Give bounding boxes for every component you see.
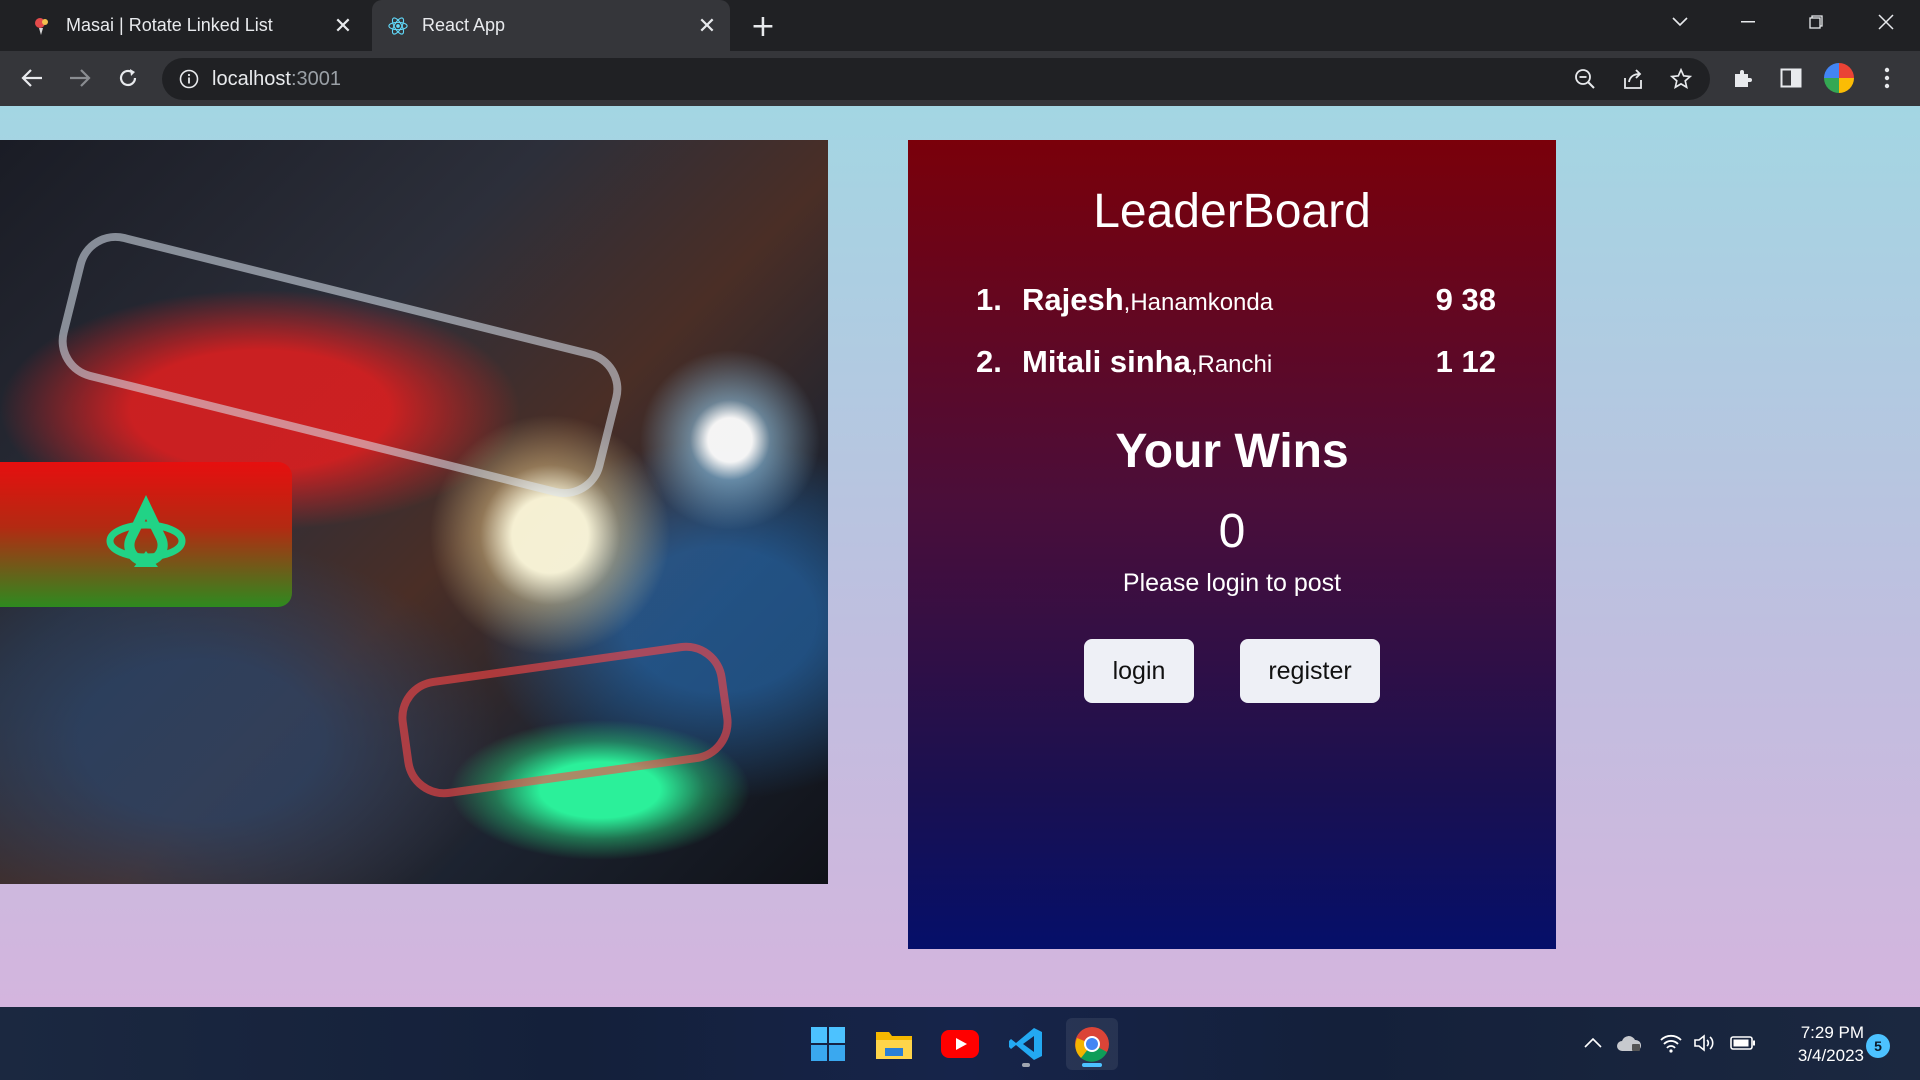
url-host: localhost xyxy=(212,67,291,90)
windows-start-icon[interactable] xyxy=(802,1018,854,1070)
login-button[interactable]: login xyxy=(1084,639,1194,703)
youtube-icon[interactable] xyxy=(934,1018,986,1070)
side-panel-icon[interactable] xyxy=(1774,61,1808,95)
site-info-icon[interactable] xyxy=(176,66,202,92)
player-city: ,Hanamkonda xyxy=(1123,289,1274,316)
tab-search-chevron-icon[interactable] xyxy=(1650,0,1710,44)
leaderboard-title: LeaderBoard xyxy=(1093,185,1371,238)
pinball-game-area[interactable] xyxy=(0,140,828,884)
back-arrow-icon[interactable] xyxy=(14,60,50,96)
leaderboard-panel: LeaderBoard 1. Rajesh ,Hanamkonda 9 38 2… xyxy=(908,140,1556,949)
address-bar[interactable]: localhost:3001 xyxy=(162,58,1710,100)
masai-favicon-icon xyxy=(32,16,52,36)
leaderboard-row: 2. Mitali sinha ,Ranchi 1 12 xyxy=(976,344,1496,394)
pinball-ramp xyxy=(393,637,737,803)
wins-count: 0 xyxy=(1218,505,1246,558)
volume-icon[interactable] xyxy=(1688,1025,1722,1061)
clock-time: 7:29 PM xyxy=(1800,1023,1864,1042)
tab-react-app[interactable]: React App ✕ xyxy=(372,0,730,51)
file-explorer-icon[interactable] xyxy=(868,1018,920,1070)
restore-icon[interactable] xyxy=(1786,0,1846,44)
minimize-icon[interactable] xyxy=(1718,0,1778,44)
extensions-puzzle-icon[interactable] xyxy=(1726,61,1760,95)
browser-tab-strip: Masai | Rotate Linked List ✕ React App ✕… xyxy=(0,0,1920,51)
tab-title: React App xyxy=(422,15,506,35)
clock-date: 3/4/2023 xyxy=(1797,1046,1864,1065)
tab-masai-rotate-linked-list[interactable]: Masai | Rotate Linked List ✕ xyxy=(16,0,366,51)
vscode-icon[interactable] xyxy=(1000,1018,1052,1070)
register-button[interactable]: register xyxy=(1240,639,1380,703)
player-name: Rajesh xyxy=(1022,282,1124,317)
leaderboard-row: 1. Rajesh ,Hanamkonda 9 38 xyxy=(976,282,1496,332)
profile-avatar-icon[interactable] xyxy=(1822,61,1856,95)
player-ship-panel xyxy=(0,462,292,607)
windows-taskbar: 7:29 PM 3/4/2023 5 xyxy=(0,1007,1920,1080)
reload-icon[interactable] xyxy=(110,60,146,96)
plus-icon[interactable]: + xyxy=(745,8,781,44)
onedrive-cloud-icon[interactable] xyxy=(1612,1025,1646,1061)
browser-toolbar: localhost:3001 xyxy=(0,51,1920,106)
player-name: Mitali sinha xyxy=(1022,344,1191,379)
starship-icon xyxy=(106,494,186,567)
close-window-icon[interactable] xyxy=(1856,0,1916,44)
share-icon[interactable] xyxy=(1616,62,1650,96)
tab-title: Masai | Rotate Linked List xyxy=(66,15,273,35)
login-prompt-text: Please login to post xyxy=(1122,569,1342,597)
url-port: :3001 xyxy=(290,67,341,90)
url-text: localhost:3001 xyxy=(212,68,341,91)
menu-kebab-icon[interactable] xyxy=(1870,61,1904,95)
rank: 1. xyxy=(976,282,1002,317)
bookmark-star-icon[interactable] xyxy=(1664,62,1698,96)
system-clock[interactable]: 7:29 PM 3/4/2023 xyxy=(1772,1021,1864,1067)
player-score: 1 12 xyxy=(1435,344,1496,379)
show-hidden-icons-chevron-icon[interactable] xyxy=(1576,1025,1610,1061)
player-score: 9 38 xyxy=(1435,282,1496,317)
rank: 2. xyxy=(976,344,1002,379)
notification-count-badge[interactable]: 5 xyxy=(1866,1034,1890,1058)
react-favicon-icon xyxy=(388,16,408,36)
close-tab-icon[interactable]: ✕ xyxy=(328,11,358,41)
zoom-icon[interactable] xyxy=(1568,62,1602,96)
player-city: ,Ranchi xyxy=(1190,351,1273,378)
page-viewport: LeaderBoard 1. Rajesh ,Hanamkonda 9 38 2… xyxy=(0,106,1920,1007)
battery-icon[interactable] xyxy=(1726,1025,1760,1061)
chrome-icon[interactable] xyxy=(1066,1018,1118,1070)
wifi-icon[interactable] xyxy=(1654,1025,1688,1061)
your-wins-heading: Your Wins xyxy=(1115,425,1349,478)
forward-arrow-icon[interactable] xyxy=(62,60,98,96)
close-tab-icon[interactable]: ✕ xyxy=(692,11,722,41)
